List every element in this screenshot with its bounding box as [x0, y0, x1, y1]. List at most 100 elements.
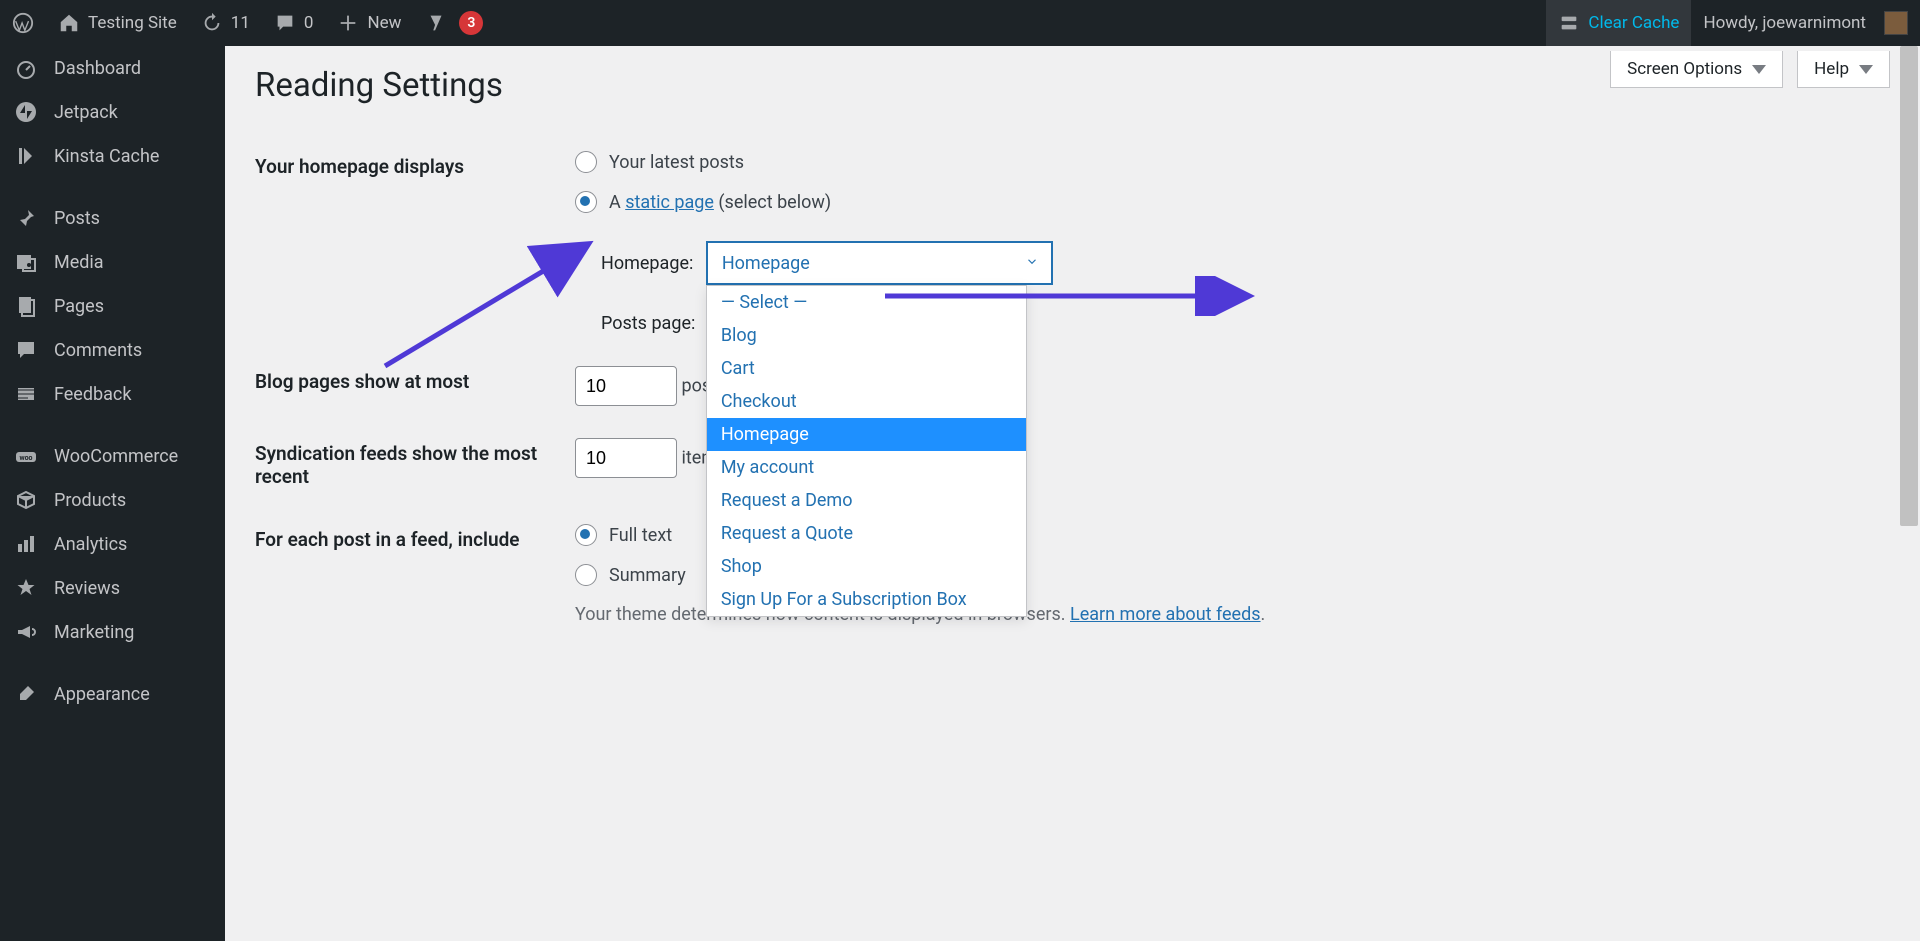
- scrollbar-thumb[interactable]: [1900, 46, 1918, 526]
- wp-logo[interactable]: [0, 0, 46, 46]
- sidebar-item-marketing[interactable]: Marketing: [0, 610, 225, 654]
- sidebar-item-feedback[interactable]: Feedback: [0, 372, 225, 416]
- static-page-link[interactable]: static page: [625, 192, 714, 213]
- dropdown-option[interactable]: Homepage: [707, 418, 1026, 451]
- megaphone-icon: [14, 620, 38, 644]
- sidebar-item-posts[interactable]: Posts: [0, 196, 225, 240]
- homepage-select-label: Homepage:: [601, 253, 693, 274]
- svg-text:woo: woo: [19, 454, 32, 462]
- dropdown-option[interactable]: Blog: [707, 319, 1026, 352]
- new-label: New: [367, 13, 401, 33]
- pin-icon: [14, 206, 38, 230]
- site-name: Testing Site: [88, 13, 177, 33]
- syndication-input[interactable]: [575, 438, 677, 478]
- screen-options-label: Screen Options: [1627, 59, 1742, 79]
- home-icon: [58, 12, 80, 34]
- pages-icon: [14, 294, 38, 318]
- sidebar-item-kinsta-cache[interactable]: Kinsta Cache: [0, 134, 225, 178]
- chevron-down-icon: [1752, 65, 1766, 74]
- screen-options-tab[interactable]: Screen Options: [1610, 51, 1783, 88]
- analytics-icon: [14, 532, 38, 556]
- new-content[interactable]: New: [325, 0, 413, 46]
- sidebar-item-appearance[interactable]: Appearance: [0, 672, 225, 716]
- dropdown-option[interactable]: My account: [707, 451, 1026, 484]
- yoast-count: 3: [459, 11, 483, 35]
- sidebar-item-media[interactable]: Media: [0, 240, 225, 284]
- updates[interactable]: 11: [189, 0, 262, 46]
- sidebar-item-label: Dashboard: [54, 58, 141, 79]
- opt-latest-posts[interactable]: Your latest posts: [575, 151, 1880, 173]
- feed-include-label: For each post in a feed, include: [255, 508, 565, 641]
- comments-bubble[interactable]: 0: [262, 0, 326, 46]
- clear-cache[interactable]: Clear Cache: [1546, 0, 1691, 46]
- sidebar-item-comments[interactable]: Comments: [0, 328, 225, 372]
- wordpress-icon: [12, 12, 34, 34]
- kinsta-icon: [14, 144, 38, 168]
- radio-fulltext[interactable]: [575, 524, 597, 546]
- latest-posts-label: Your latest posts: [609, 152, 744, 173]
- dropdown-option[interactable]: Request a Demo: [707, 484, 1026, 517]
- dashboard-icon: [14, 56, 38, 80]
- main-content: Screen Options Help Reading Settings You…: [225, 46, 1920, 941]
- sidebar-item-woocommerce[interactable]: woo WooCommerce: [0, 434, 225, 478]
- dropdown-option[interactable]: — Select —: [707, 286, 1026, 319]
- homepage-dropdown: — Select —BlogCartCheckoutHomepageMy acc…: [706, 285, 1027, 617]
- blog-pages-input[interactable]: [575, 366, 677, 406]
- homepage-select[interactable]: Homepage: [706, 241, 1053, 285]
- help-label: Help: [1814, 59, 1849, 79]
- help-tab[interactable]: Help: [1797, 51, 1890, 88]
- plus-icon: [337, 12, 359, 34]
- sidebar-item-jetpack[interactable]: Jetpack: [0, 90, 225, 134]
- media-icon: [14, 250, 38, 274]
- site-home[interactable]: Testing Site: [46, 0, 189, 46]
- server-icon: [1558, 12, 1580, 34]
- sidebar-item-label: Appearance: [54, 684, 150, 705]
- full-text-label: Full text: [609, 525, 672, 546]
- yoast-icon: [425, 12, 447, 34]
- admin-bar: Testing Site 11 0 New 3 Clear Cache Howd…: [0, 0, 1920, 46]
- star-icon: [14, 576, 38, 600]
- opt-static-page[interactable]: A static page (select below): [575, 191, 1880, 213]
- sidebar-item-analytics[interactable]: Analytics: [0, 522, 225, 566]
- radio-static[interactable]: [575, 191, 597, 213]
- sidebar-item-label: Products: [54, 490, 126, 511]
- dropdown-option[interactable]: Request a Quote: [707, 517, 1026, 550]
- comments-count: 0: [304, 13, 314, 33]
- sidebar-item-label: Feedback: [54, 384, 131, 405]
- howdy[interactable]: Howdy, joewarnimont: [1691, 0, 1920, 46]
- sidebar-item-label: Jetpack: [54, 102, 118, 123]
- sidebar-item-products[interactable]: Products: [0, 478, 225, 522]
- yoast[interactable]: 3: [413, 0, 495, 46]
- sidebar-item-label: Pages: [54, 296, 104, 317]
- radio-summary[interactable]: [575, 564, 597, 586]
- clear-cache-label: Clear Cache: [1588, 13, 1679, 33]
- avatar: [1884, 11, 1908, 35]
- sidebar-item-label: Kinsta Cache: [54, 146, 159, 167]
- brush-icon: [14, 682, 38, 706]
- refresh-icon: [201, 12, 223, 34]
- jetpack-icon: [14, 100, 38, 124]
- dropdown-option[interactable]: Shop: [707, 550, 1026, 583]
- dropdown-option[interactable]: Cart: [707, 352, 1026, 385]
- howdy-label: Howdy, joewarnimont: [1703, 13, 1866, 33]
- sidebar-item-pages[interactable]: Pages: [0, 284, 225, 328]
- sidebar-item-label: WooCommerce: [54, 446, 178, 467]
- posts-page-select-label: Posts page:: [601, 313, 695, 334]
- scrollbar[interactable]: [1898, 46, 1920, 941]
- sidebar-item-dashboard[interactable]: Dashboard: [0, 46, 225, 90]
- sidebar-item-label: Comments: [54, 340, 142, 361]
- sidebar-item-label: Posts: [54, 208, 100, 229]
- sidebar-item-reviews[interactable]: Reviews: [0, 566, 225, 610]
- summary-label: Summary: [609, 565, 686, 586]
- sidebar-item-label: Marketing: [54, 622, 134, 643]
- radio-latest[interactable]: [575, 151, 597, 173]
- dropdown-option[interactable]: Sign Up For a Subscription Box: [707, 583, 1026, 616]
- dropdown-option[interactable]: Checkout: [707, 385, 1026, 418]
- feedback-icon: [14, 382, 38, 406]
- syndication-label: Syndication feeds show the most recent: [255, 422, 565, 508]
- comment-icon: [14, 338, 38, 362]
- products-icon: [14, 488, 38, 512]
- homepage-select-value: Homepage: [722, 253, 810, 274]
- learn-feeds-link[interactable]: Learn more about feeds: [1070, 604, 1261, 625]
- sidebar-item-label: Media: [54, 252, 104, 273]
